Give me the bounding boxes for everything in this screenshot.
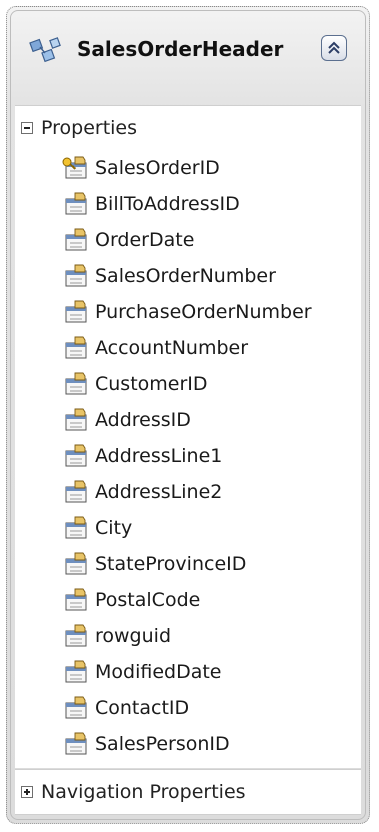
entity-header[interactable]: SalesOrderHeader xyxy=(7,7,369,103)
property-icon xyxy=(65,516,87,539)
property-icon xyxy=(65,264,87,287)
property-icon xyxy=(65,444,87,467)
property-row[interactable]: ContactID xyxy=(15,690,361,726)
property-icon xyxy=(65,300,87,323)
property-label: SalesPersonID xyxy=(95,733,230,755)
property-label: AccountNumber xyxy=(95,337,249,359)
property-row[interactable]: AccountNumber xyxy=(15,330,361,366)
property-row[interactable]: OrderDate xyxy=(15,222,361,258)
property-icon xyxy=(65,588,87,611)
navigation-properties-header[interactable]: Navigation Properties xyxy=(15,770,361,814)
property-row[interactable]: SalesOrderNumber xyxy=(15,258,361,294)
property-icon xyxy=(65,732,87,755)
property-row[interactable]: ModifiedDate xyxy=(15,654,361,690)
property-label: OrderDate xyxy=(95,229,195,251)
key-property-icon xyxy=(62,156,87,179)
property-label: AddressLine2 xyxy=(95,481,223,503)
property-icon xyxy=(65,480,87,503)
property-label: PurchaseOrderNumber xyxy=(95,301,312,323)
property-label: CustomerID xyxy=(95,373,208,395)
properties-section-header[interactable]: Properties xyxy=(15,106,361,150)
property-label: PostalCode xyxy=(95,589,201,611)
property-label: City xyxy=(95,517,133,539)
navigation-properties-section: Navigation Properties xyxy=(15,769,361,815)
property-icon xyxy=(65,624,87,647)
property-icon xyxy=(65,408,87,431)
property-icon xyxy=(65,696,87,719)
property-row[interactable]: SalesOrderID xyxy=(15,150,361,186)
collapse-minus-icon[interactable] xyxy=(21,122,33,134)
property-icon xyxy=(65,552,87,575)
property-label: BillToAddressID xyxy=(95,193,240,215)
property-row[interactable]: AddressLine2 xyxy=(15,474,361,510)
entity-title: SalesOrderHeader xyxy=(77,37,284,61)
collapse-button[interactable] xyxy=(321,35,347,61)
property-label: ModifiedDate xyxy=(95,661,222,683)
property-label: ContactID xyxy=(95,697,190,719)
property-row[interactable]: PurchaseOrderNumber xyxy=(15,294,361,330)
property-row[interactable]: AddressLine1 xyxy=(15,438,361,474)
property-label: AddressID xyxy=(95,409,191,431)
navigation-properties-label: Navigation Properties xyxy=(41,781,246,803)
entity-shape[interactable]: SalesOrderHeader Properties SalesOrderID… xyxy=(6,6,370,824)
expand-plus-icon[interactable] xyxy=(21,786,33,798)
property-label: SalesOrderID xyxy=(95,157,220,179)
property-icon xyxy=(65,336,87,359)
property-row[interactable]: StateProvinceID xyxy=(15,546,361,582)
property-icon xyxy=(65,228,87,251)
property-label: StateProvinceID xyxy=(95,553,247,575)
properties-section: Properties SalesOrderID BillToAddressID Or… xyxy=(15,105,361,768)
property-row[interactable]: AddressID xyxy=(15,402,361,438)
property-row[interactable]: SalesPersonID xyxy=(15,726,361,762)
property-row[interactable]: BillToAddressID xyxy=(15,186,361,222)
property-row[interactable]: City xyxy=(15,510,361,546)
property-label: SalesOrderNumber xyxy=(95,265,276,287)
property-label: AddressLine1 xyxy=(95,445,223,467)
entity-icon xyxy=(29,37,61,63)
property-icon xyxy=(65,660,87,683)
property-row[interactable]: CustomerID xyxy=(15,366,361,402)
properties-section-label: Properties xyxy=(41,117,138,139)
property-row[interactable]: PostalCode xyxy=(15,582,361,618)
property-list: SalesOrderID BillToAddressID OrderDate Sale… xyxy=(15,150,361,762)
property-icon xyxy=(65,372,87,395)
double-chevron-up-icon xyxy=(328,41,340,54)
property-icon xyxy=(65,192,87,215)
property-label: rowguid xyxy=(95,625,171,647)
property-row[interactable]: rowguid xyxy=(15,618,361,654)
